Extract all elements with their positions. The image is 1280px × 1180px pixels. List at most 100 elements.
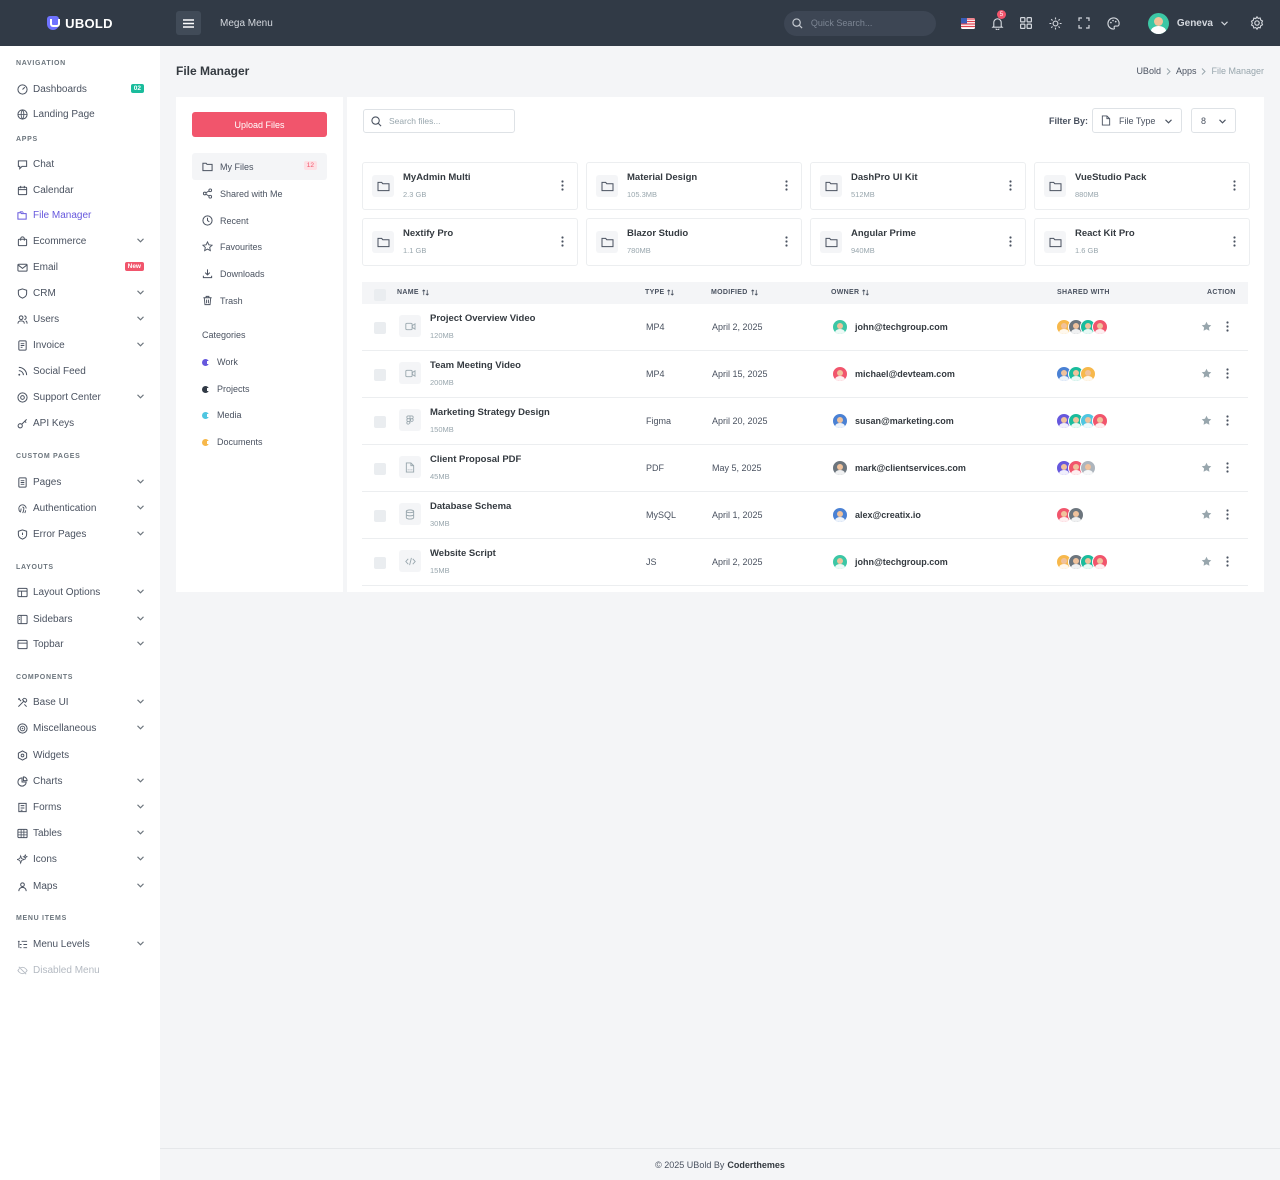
language-flag-button[interactable] (954, 0, 983, 46)
theme-toggle-button[interactable] (1041, 0, 1070, 46)
sidebar-item-forms[interactable]: Forms (0, 796, 160, 818)
menu-shared-with-me[interactable]: Shared with Me (192, 180, 327, 207)
sidebar-item-invoice[interactable]: Invoice (0, 334, 160, 356)
more-vertical-icon[interactable] (561, 236, 564, 247)
star-icon[interactable] (1201, 509, 1212, 520)
sidebar-item-authentication[interactable]: Authentication (0, 497, 160, 519)
file-name[interactable]: Client Proposal PDF (430, 454, 521, 465)
sidebar-item-email[interactable]: Email New (0, 256, 160, 278)
row-checkbox[interactable] (374, 463, 386, 475)
sidebar-item-users[interactable]: Users (0, 308, 160, 330)
more-vertical-icon[interactable] (561, 180, 564, 191)
folder-card[interactable]: VueStudio Pack 880MB (1034, 162, 1250, 210)
brand-logo[interactable]: UBOLD (0, 0, 160, 46)
table-row[interactable]: Marketing Strategy Design 150MB Figma April… (362, 398, 1248, 445)
row-checkbox[interactable] (374, 510, 386, 522)
owner-email[interactable]: alex@creatix.io (855, 510, 921, 520)
category-documents[interactable]: Documents (202, 437, 263, 447)
folder-card[interactable]: React Kit Pro 1.6 GB (1034, 218, 1250, 266)
column-header-owner[interactable]: OWNER (831, 289, 870, 296)
more-vertical-icon[interactable] (1226, 415, 1229, 426)
star-icon[interactable] (1201, 415, 1212, 426)
more-vertical-icon[interactable] (1233, 236, 1236, 247)
sidebar-item-file-manager[interactable]: File Manager (0, 204, 160, 226)
row-checkbox[interactable] (374, 322, 386, 334)
sidebar-item-widgets[interactable]: Widgets (0, 744, 160, 766)
table-row[interactable]: Database Schema 30MB MySQL April 1, 2025 ale… (362, 492, 1248, 539)
column-header-name[interactable]: NAME (397, 289, 429, 296)
shared-user-avatar[interactable] (1092, 319, 1108, 335)
owner-email[interactable]: john@techgroup.com (855, 557, 948, 567)
owner-email[interactable]: michael@devteam.com (855, 369, 955, 379)
sidebar-item-charts[interactable]: Charts (0, 770, 160, 792)
sidebar-item-landing-page[interactable]: Landing Page (0, 103, 160, 125)
file-type-select[interactable]: File Type (1092, 108, 1182, 133)
search-files-input[interactable]: Search files... (363, 109, 515, 133)
table-row[interactable]: Website Script 15MB JS April 2, 2025 john@te… (362, 539, 1248, 586)
mega-menu-link[interactable]: Mega Menu (220, 18, 273, 29)
folder-card[interactable]: Material Design 105.3MB (586, 162, 802, 210)
more-vertical-icon[interactable] (1009, 180, 1012, 191)
menu-recent[interactable]: Recent (192, 207, 327, 234)
category-projects[interactable]: Projects (202, 384, 250, 394)
sidebar-item-topbar[interactable]: Topbar (0, 633, 160, 655)
sidebar-item-chat[interactable]: Chat (0, 153, 160, 175)
file-name[interactable]: Team Meeting Video (430, 360, 521, 371)
sidebar-item-crm[interactable]: CRM (0, 282, 160, 304)
shared-user-avatar[interactable] (1080, 366, 1096, 382)
folder-card[interactable]: MyAdmin Multi 2.3 GB (362, 162, 578, 210)
menu-downloads[interactable]: Downloads (192, 260, 327, 287)
fullscreen-button[interactable] (1070, 0, 1099, 46)
notifications-button[interactable]: 5 (983, 0, 1012, 46)
file-name[interactable]: Project Overview Video (430, 313, 535, 324)
star-icon[interactable] (1201, 321, 1212, 332)
breadcrumb-item[interactable]: Apps (1176, 66, 1197, 76)
shared-user-avatar[interactable] (1092, 554, 1108, 570)
sidebar-item-calendar[interactable]: Calendar (0, 179, 160, 201)
file-name[interactable]: Website Script (430, 548, 496, 559)
user-menu[interactable]: Geneva (1147, 12, 1228, 34)
sidebar-item-tables[interactable]: Tables (0, 822, 160, 844)
more-vertical-icon[interactable] (1226, 462, 1229, 473)
owner-email[interactable]: john@techgroup.com (855, 322, 948, 332)
sidebar-item-social-feed[interactable]: Social Feed (0, 360, 160, 382)
more-vertical-icon[interactable] (785, 180, 788, 191)
more-vertical-icon[interactable] (1226, 368, 1229, 379)
category-media[interactable]: Media (202, 410, 242, 420)
table-row[interactable]: Team Meeting Video 200MB MP4 April 15, 2025… (362, 351, 1248, 398)
apps-grid-button[interactable] (1012, 0, 1041, 46)
more-vertical-icon[interactable] (1226, 556, 1229, 567)
sidebar-item-icons[interactable]: Icons (0, 848, 160, 870)
category-work[interactable]: Work (202, 357, 238, 367)
more-vertical-icon[interactable] (1009, 236, 1012, 247)
sidebar-item-api-keys[interactable]: API Keys (0, 412, 160, 434)
sidebar-item-ecommerce[interactable]: Ecommerce (0, 230, 160, 252)
star-icon[interactable] (1201, 368, 1212, 379)
owner-email[interactable]: mark@clientservices.com (855, 463, 966, 473)
sidebar-item-pages[interactable]: Pages (0, 471, 160, 493)
table-row[interactable]: Client Proposal PDF 45MB PDF May 5, 2025 mar… (362, 445, 1248, 492)
shared-user-avatar[interactable] (1092, 413, 1108, 429)
sidebar-item-support-center[interactable]: Support Center (0, 386, 160, 408)
row-checkbox[interactable] (374, 369, 386, 381)
folder-card[interactable]: Angular Prime 940MB (810, 218, 1026, 266)
sidebar-item-sidebars[interactable]: Sidebars (0, 608, 160, 630)
more-vertical-icon[interactable] (1226, 509, 1229, 520)
folder-card[interactable]: DashPro UI Kit 512MB (810, 162, 1026, 210)
table-row[interactable]: Project Overview Video 120MB MP4 April 2, 2… (362, 304, 1248, 351)
sidebar-item-menu-levels[interactable]: Menu Levels (0, 933, 160, 955)
folder-card[interactable]: Blazor Studio 780MB (586, 218, 802, 266)
sidebar-item-error-pages[interactable]: Error Pages (0, 523, 160, 545)
menu-toggle-button[interactable] (176, 11, 201, 35)
column-header-modified[interactable]: MODIFIED (711, 289, 758, 296)
more-vertical-icon[interactable] (1233, 180, 1236, 191)
sidebar-item-miscellaneous[interactable]: Miscellaneous (0, 717, 160, 739)
menu-trash[interactable]: Trash (192, 287, 327, 314)
more-vertical-icon[interactable] (1226, 321, 1229, 332)
shared-user-avatar[interactable] (1080, 460, 1096, 476)
theme-palette-button[interactable] (1099, 0, 1128, 46)
row-checkbox[interactable] (374, 557, 386, 569)
sidebar-item-maps[interactable]: Maps (0, 875, 160, 897)
shared-user-avatar[interactable] (1068, 507, 1084, 523)
quick-search-input[interactable]: Quick Search... (783, 10, 936, 36)
